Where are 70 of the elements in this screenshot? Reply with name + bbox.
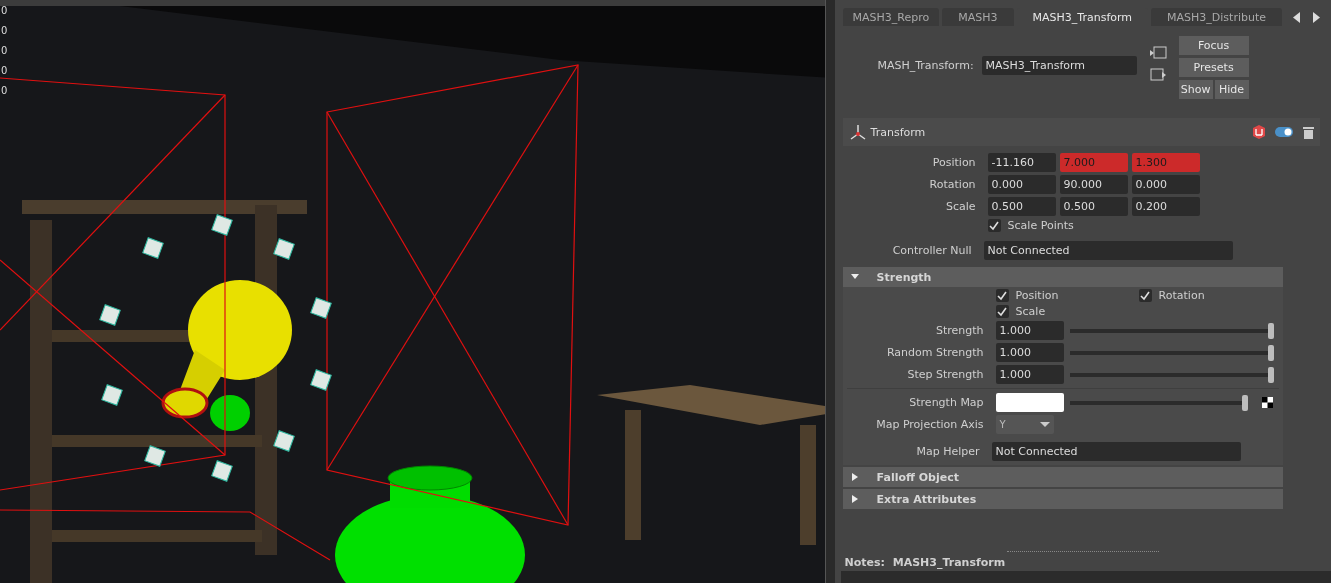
dropdown[interactable]: Y: [995, 415, 1054, 434]
checkbox-label: Scale: [995, 305, 1046, 318]
checkbox[interactable]: [995, 289, 1009, 302]
axis-label: 0: [1, 44, 8, 57]
component-title: Transform: [870, 125, 927, 139]
value-field[interactable]: 0.000: [1131, 175, 1200, 194]
section-header[interactable]: Extra Attributes: [842, 489, 1283, 509]
value-field[interactable]: 0.500: [1059, 197, 1128, 216]
tab[interactable]: MASH3_Distribute: [1151, 8, 1282, 26]
section-header[interactable]: Strength: [842, 267, 1283, 287]
value-field[interactable]: 0.500: [987, 197, 1056, 216]
viewport[interactable]: 0 0 0 0 0: [0, 0, 825, 583]
left-arrow-icon[interactable]: [1293, 11, 1301, 23]
slider-thumb[interactable]: [1267, 344, 1274, 361]
value-field[interactable]: 1.000: [995, 321, 1064, 340]
checkbox-label: Position: [995, 289, 1135, 302]
slider-thumb[interactable]: [1267, 322, 1274, 339]
hide-button[interactable]: Hide: [1214, 80, 1249, 99]
map-helper-field[interactable]: Not Connected: [991, 442, 1241, 461]
notes-label: Notes: MASH3_Transform: [843, 556, 1007, 569]
tab[interactable]: MASH3_Repro: [842, 8, 940, 26]
trash-icon[interactable]: [1303, 125, 1314, 139]
checker-icon[interactable]: [1261, 397, 1273, 408]
slider-label: Random Strength: [885, 346, 985, 359]
slider-label: Strength: [935, 324, 985, 337]
transform-icon: [848, 124, 867, 140]
color-swatch[interactable]: [995, 393, 1064, 412]
toggle-switch[interactable]: [1275, 127, 1293, 137]
slider-thumb[interactable]: [1267, 366, 1274, 383]
panel-button[interactable]: Presets: [1178, 58, 1249, 77]
node-name-field[interactable]: MASH3_Transform: [981, 56, 1137, 75]
value-field[interactable]: 1.000: [995, 343, 1064, 362]
attribute-label: Rotation: [928, 178, 977, 191]
show-button[interactable]: Show: [1178, 80, 1213, 99]
field-label: Map Helper: [915, 445, 981, 458]
value-field[interactable]: 1.000: [995, 365, 1064, 384]
controller-null-field[interactable]: Not Connected: [983, 241, 1233, 260]
checkbox[interactable]: [995, 305, 1009, 318]
value-field[interactable]: 90.000: [1059, 175, 1128, 194]
dropdown-label: Map Projection Axis: [875, 418, 985, 431]
attribute-label: Position: [931, 156, 977, 169]
collapse-icon: [850, 273, 859, 281]
slider-label: Strength Map: [908, 396, 985, 409]
axis-label: 0: [1, 4, 8, 17]
axis-label: 0: [1, 24, 8, 37]
value-field[interactable]: -11.160: [987, 153, 1056, 172]
checkbox-label: Rotation: [1138, 289, 1205, 302]
input-icon[interactable]: [1149, 46, 1167, 60]
dropdown-arrow-icon: [1039, 422, 1050, 427]
tab[interactable]: MASH3: [942, 8, 1014, 26]
checkbox-label: Scale Points: [987, 219, 1074, 232]
axis-label: 0: [1, 84, 8, 97]
value-field[interactable]: 0.200: [1131, 197, 1200, 216]
notes-field[interactable]: [840, 571, 1331, 583]
slider-thumb[interactable]: [1241, 394, 1248, 411]
value-field[interactable]: 0.000: [987, 175, 1056, 194]
expand-icon: [850, 495, 859, 503]
node-icon[interactable]: [1253, 125, 1265, 139]
checkbox[interactable]: [987, 219, 1001, 232]
checkbox[interactable]: [1138, 289, 1152, 302]
attribute-label: Scale: [945, 200, 977, 213]
axis-label: 0: [1, 64, 8, 77]
right-arrow-icon[interactable]: [1312, 11, 1320, 23]
expand-icon: [850, 473, 859, 481]
section-header[interactable]: Falloff Object: [842, 467, 1283, 487]
panel-button[interactable]: Focus: [1178, 36, 1249, 55]
slider-label: Step Strength: [906, 368, 985, 381]
field-label: Controller Null: [891, 244, 973, 257]
node-label: MASH_Transform:: [876, 59, 975, 74]
output-icon[interactable]: [1149, 68, 1167, 82]
